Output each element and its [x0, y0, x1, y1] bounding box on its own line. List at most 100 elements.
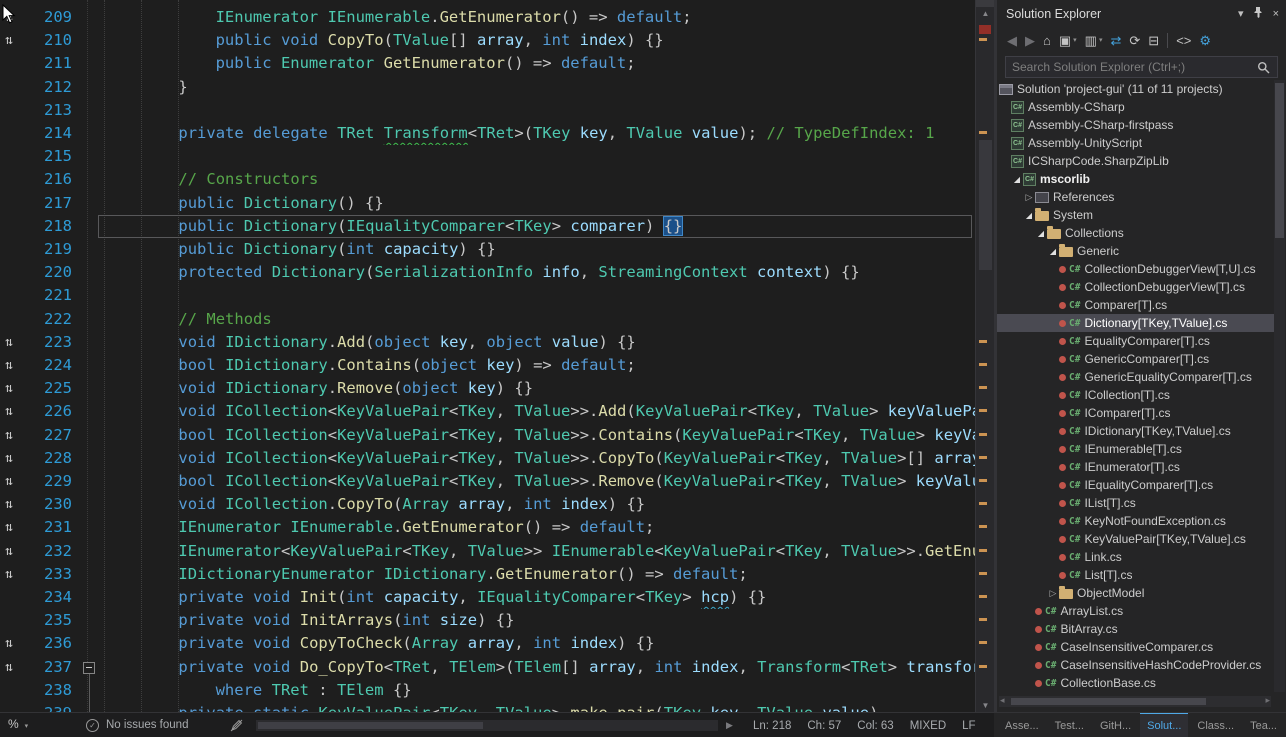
- code-line[interactable]: ⇅223void IDictionary.Add(object key, obj…: [0, 331, 975, 354]
- code-line[interactable]: 235private void InitArrays(int size) {}: [0, 609, 975, 632]
- line-number[interactable]: 239: [22, 702, 72, 712]
- tree-item[interactable]: C#ICSharpCode.SharpZipLib: [997, 152, 1274, 170]
- line-number[interactable]: 228: [22, 447, 72, 470]
- tree-item[interactable]: C#IDictionary[TKey,TValue].cs: [997, 422, 1274, 440]
- tree-item[interactable]: ◢System: [997, 206, 1274, 224]
- line-number[interactable]: 221: [22, 284, 72, 307]
- line-number[interactable]: 216: [22, 168, 72, 191]
- tree-item[interactable]: C#Assembly-UnityScript: [997, 134, 1274, 152]
- tree-item[interactable]: C#Assembly-CSharp-firstpass: [997, 116, 1274, 134]
- line-number[interactable]: 210: [22, 29, 72, 52]
- search-input[interactable]: [1005, 56, 1278, 78]
- tree-item[interactable]: C#ICollection[T].cs: [997, 386, 1274, 404]
- line-number[interactable]: 225: [22, 377, 72, 400]
- code-line[interactable]: ⇅225void IDictionary.Remove(object key) …: [0, 377, 975, 400]
- tree-item[interactable]: C#IEqualityComparer[T].cs: [997, 476, 1274, 494]
- line-number[interactable]: 226: [22, 400, 72, 423]
- document-health-icon[interactable]: ✓: [86, 719, 99, 732]
- editor-vertical-scrollbar[interactable]: ▲ ▼: [975, 0, 994, 712]
- tree-item[interactable]: C#EqualityComparer[T].cs: [997, 332, 1274, 350]
- tree-item[interactable]: C#CaseInsensitiveHashCodeProvider.cs: [997, 656, 1274, 674]
- implements-arrows-icon[interactable]: ⇅: [5, 29, 13, 52]
- line-number[interactable]: 231: [22, 516, 72, 539]
- implements-arrows-icon[interactable]: ⇅: [5, 447, 13, 470]
- line-number[interactable]: 227: [22, 424, 72, 447]
- pin-icon[interactable]: [1253, 6, 1264, 21]
- tree-item[interactable]: C#CaseInsensitiveComparer.cs: [997, 638, 1274, 656]
- switch-views-icon[interactable]: ▣▾: [1059, 34, 1077, 47]
- home-icon[interactable]: ⌂: [1043, 34, 1051, 47]
- tree-item[interactable]: C#IList[T].cs: [997, 494, 1274, 512]
- tree-item[interactable]: C#Assembly-CSharp: [997, 98, 1274, 116]
- tree-item[interactable]: Solution 'project-gui' (11 of 11 project…: [997, 80, 1274, 98]
- code-line[interactable]: 239private static KeyValuePair<TKey, TVa…: [0, 702, 975, 712]
- scrollbar-thumb[interactable]: [258, 722, 483, 729]
- code-line[interactable]: 211public Enumerator GetEnumerator() => …: [0, 52, 975, 75]
- code-line[interactable]: ⇅237private void Do_CopyTo<TRet, TElem>(…: [0, 656, 975, 679]
- tree-item[interactable]: C#KeyNotFoundException.cs: [997, 512, 1274, 530]
- line-number[interactable]: 212: [22, 76, 72, 99]
- implements-arrows-icon[interactable]: ⇅: [5, 516, 13, 539]
- tree-item[interactable]: C#GenericComparer[T].cs: [997, 350, 1274, 368]
- collapse-all-icon[interactable]: ⊟: [1148, 34, 1159, 47]
- tree-item[interactable]: ◢Collections: [997, 224, 1274, 242]
- line-number[interactable]: 238: [22, 679, 72, 702]
- tree-horizontal-scrollbar[interactable]: ◂ ▸: [999, 696, 1271, 707]
- code-line[interactable]: ⇅229bool ICollection<KeyValuePair<TKey, …: [0, 470, 975, 493]
- line-number[interactable]: 213: [22, 99, 72, 122]
- code-line[interactable]: 212}: [0, 76, 975, 99]
- pending-changes-filter-icon[interactable]: ▥▾: [1085, 34, 1103, 47]
- implements-arrows-icon[interactable]: ⇅: [5, 424, 13, 447]
- view-code-icon[interactable]: <>: [1176, 34, 1191, 47]
- line-number[interactable]: 236: [22, 632, 72, 655]
- code-line[interactable]: ⇅232IEnumerator<KeyValuePair<TKey, TValu…: [0, 540, 975, 563]
- code-line[interactable]: ⇅210public void CopyTo(TValue[] array, i…: [0, 29, 975, 52]
- code-line[interactable]: 238where TRet : TElem {}: [0, 679, 975, 702]
- scroll-left-icon[interactable]: ◂: [1000, 695, 1005, 706]
- tree-item[interactable]: ◢Generic: [997, 242, 1274, 260]
- scroll-down-icon[interactable]: ▼: [976, 701, 994, 710]
- code-line[interactable]: 222// Methods: [0, 308, 975, 331]
- implements-arrows-icon[interactable]: ⇅: [5, 540, 13, 563]
- splitter-grip-icon[interactable]: [976, 0, 994, 7]
- implements-arrows-icon[interactable]: ⇅: [5, 377, 13, 400]
- code-line[interactable]: ⇅224bool IDictionary.Contains(object key…: [0, 354, 975, 377]
- implements-arrows-icon[interactable]: ⇅: [5, 354, 13, 377]
- tool-window-tab[interactable]: GitH...: [1093, 713, 1138, 737]
- line-number[interactable]: 211: [22, 52, 72, 75]
- tool-window-tab[interactable]: Class...: [1190, 713, 1241, 737]
- code-line[interactable]: 218public Dictionary(IEqualityComparer<T…: [0, 215, 975, 238]
- zoom-control[interactable]: %▾: [8, 717, 28, 731]
- tree-item[interactable]: C#IEnumerable[T].cs: [997, 440, 1274, 458]
- code-line[interactable]: 219public Dictionary(int capacity) {}: [0, 238, 975, 261]
- code-line[interactable]: 215: [0, 145, 975, 168]
- code-line[interactable]: ⇅230void ICollection.CopyTo(Array array,…: [0, 493, 975, 516]
- tree-item[interactable]: C#IComparer[T].cs: [997, 404, 1274, 422]
- collapse-icon[interactable]: ◢: [1011, 175, 1023, 184]
- tool-window-tab[interactable]: Test...: [1048, 713, 1091, 737]
- code-line[interactable]: ⇅226void ICollection<KeyValuePair<TKey, …: [0, 400, 975, 423]
- code-line[interactable]: 221: [0, 284, 975, 307]
- line-number[interactable]: 237: [22, 656, 72, 679]
- code-editor[interactable]: ⇅209IEnumerator IEnumerable.GetEnumerato…: [0, 0, 994, 712]
- line-number[interactable]: 224: [22, 354, 72, 377]
- scrollbar-thumb[interactable]: [979, 140, 992, 270]
- implements-arrows-icon[interactable]: ⇅: [5, 331, 13, 354]
- tree-item[interactable]: C#Dictionary[TKey,TValue].cs: [997, 314, 1274, 332]
- tree-item[interactable]: C#KeyValuePair[TKey,TValue].cs: [997, 530, 1274, 548]
- code-line[interactable]: 214private delegate TRet Transform<TRet>…: [0, 122, 975, 145]
- scroll-right-icon[interactable]: ▸: [1265, 695, 1270, 706]
- line-number[interactable]: 218: [22, 215, 72, 238]
- close-icon[interactable]: ×: [1273, 8, 1279, 20]
- scrollbar-thumb[interactable]: [1011, 698, 1206, 705]
- implements-arrows-icon[interactable]: ⇅: [5, 656, 13, 679]
- line-number[interactable]: 233: [22, 563, 72, 586]
- code-line[interactable]: 216// Constructors: [0, 168, 975, 191]
- line-number[interactable]: 209: [22, 6, 72, 29]
- implements-arrows-icon[interactable]: ⇅: [5, 632, 13, 655]
- code-line[interactable]: ⇅236private void CopyToCheck(Array array…: [0, 632, 975, 655]
- scrollbar-thumb[interactable]: [1275, 83, 1284, 238]
- code-line[interactable]: ⇅227bool ICollection<KeyValuePair<TKey, …: [0, 424, 975, 447]
- implements-arrows-icon[interactable]: ⇅: [5, 400, 13, 423]
- line-number[interactable]: 220: [22, 261, 72, 284]
